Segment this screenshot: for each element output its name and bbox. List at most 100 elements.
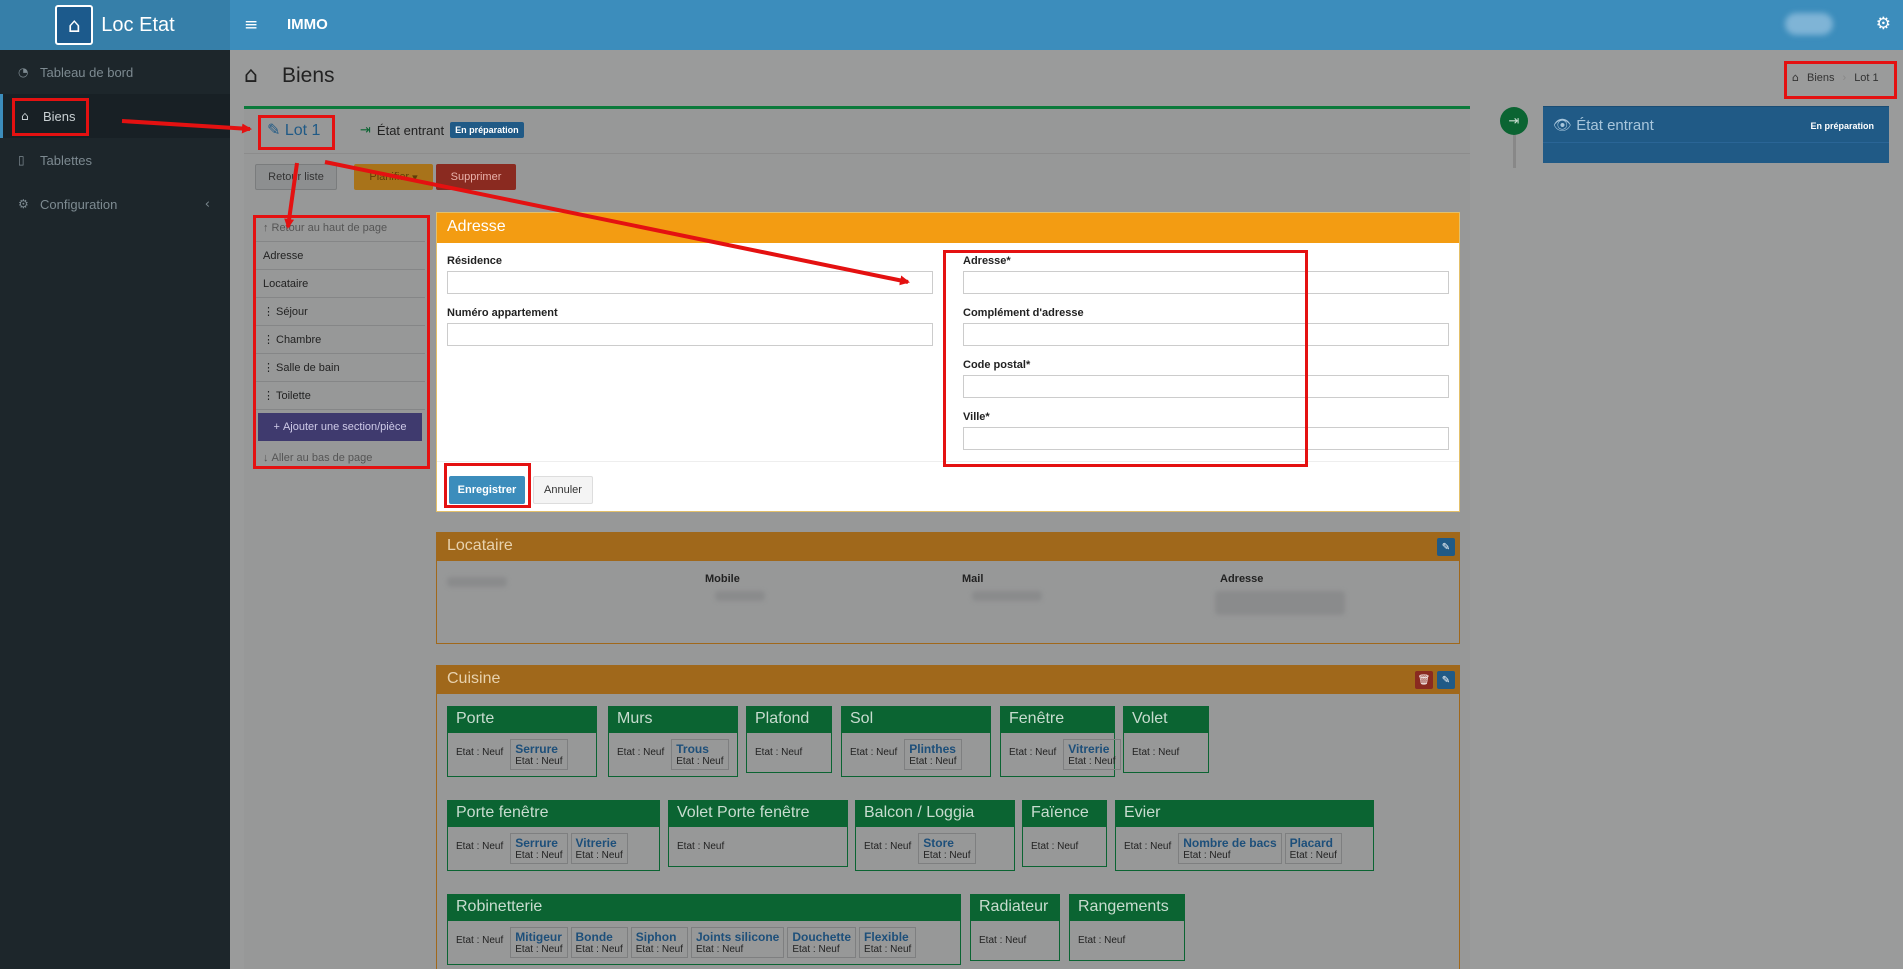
element-card-porte-fen-tre[interactable]: Porte fenêtre Etat : Neuf Serrure Etat : Ne…	[447, 800, 660, 871]
page-title: Biens	[282, 64, 335, 87]
element-card-fen-tre[interactable]: Fenêtre Etat : Neuf Vitrerie Etat : Neuf	[1000, 706, 1121, 777]
sub-element[interactable]: Serrure Etat : Neuf	[510, 833, 568, 864]
sidebar-item-label: Tableau de bord	[40, 64, 134, 80]
user-menu[interactable]	[1785, 13, 1833, 35]
element-card-radiateur[interactable]: Radiateur Etat : Neuf	[970, 894, 1060, 961]
breadcrumb: ⌂ Biens › Lot 1	[1792, 71, 1879, 84]
toc-item-locataire[interactable]: Locataire	[255, 270, 425, 298]
sub-element[interactable]: Joints silicone Etat : Neuf	[691, 927, 785, 958]
planifier-button[interactable]: Planifier ▾	[354, 164, 433, 190]
toc-item-sejour[interactable]: ⋮ Séjour	[255, 298, 425, 326]
numero-input[interactable]	[447, 323, 933, 346]
toc-label: Toilette	[276, 389, 311, 402]
drag-handle-icon[interactable]: ⋮	[263, 389, 274, 402]
element-card-body: Etat : Neuf	[1124, 733, 1208, 772]
toc-item-salle-de-bain[interactable]: ⋮ Salle de bain	[255, 354, 425, 382]
annuler-button[interactable]: Annuler	[533, 476, 593, 504]
sub-element[interactable]: Vitrerie Etat : Neuf	[1063, 739, 1121, 770]
sub-element-etat: Etat : Neuf	[909, 756, 957, 767]
sub-element[interactable]: Vitrerie Etat : Neuf	[570, 833, 628, 864]
element-card-title: Fenêtre	[1001, 707, 1114, 733]
sub-element-etat: Etat : Neuf	[515, 850, 563, 861]
sub-element-name: Trous	[676, 742, 709, 756]
sub-element[interactable]: Serrure Etat : Neuf	[510, 739, 568, 770]
adresse-input[interactable]	[963, 271, 1449, 294]
etat-value: Etat : Neuf	[1132, 747, 1180, 758]
code-postal-input[interactable]	[963, 375, 1449, 398]
toc-back-to-top[interactable]: ↑ Retour au haut de page	[255, 214, 425, 242]
sub-element[interactable]: Siphon Etat : Neuf	[630, 927, 688, 958]
residence-input[interactable]	[447, 271, 933, 294]
trash-icon[interactable]: 🗑	[1415, 671, 1433, 689]
element-card-fa-ence[interactable]: Faïence Etat : Neuf	[1022, 800, 1107, 867]
element-card-murs[interactable]: Murs Etat : Neuf Trous Etat : Neuf	[608, 706, 738, 777]
element-card-title: Murs	[609, 707, 737, 733]
toc-item-chambre[interactable]: ⋮ Chambre	[255, 326, 425, 354]
element-card-title: Faïence	[1023, 801, 1106, 827]
sub-element[interactable]: Plinthes Etat : Neuf	[904, 739, 962, 770]
complement-input[interactable]	[963, 323, 1449, 346]
add-section-button[interactable]: + Ajouter une section/pièce	[258, 413, 422, 441]
toc-go-to-bottom[interactable]: ↓ Aller au bas de page	[255, 444, 425, 472]
ville-input[interactable]	[963, 427, 1449, 450]
brand[interactable]: ⌂ Loc Etat	[0, 0, 230, 50]
element-card-title: Plafond	[747, 707, 831, 733]
tab-lot[interactable]: ✎ Lot 1	[267, 120, 320, 140]
sidebar-item-biens[interactable]: ⌂ Biens	[0, 94, 230, 138]
sub-element-etat: Etat : Neuf	[515, 944, 563, 955]
toc-label: Séjour	[276, 305, 308, 318]
hamburger-menu-icon[interactable]: ≡	[244, 15, 258, 35]
element-card-body: Etat : Neuf Serrure Etat : Neuf Vitrerie Eta…	[448, 827, 659, 870]
sub-element[interactable]: Nombre de bacs Etat : Neuf	[1178, 833, 1282, 864]
numero-group: Numéro appartement	[447, 307, 933, 346]
edit-pencil-icon[interactable]: ✎	[1437, 671, 1455, 689]
tab-etat-entrant[interactable]: ⇥ État entrant En préparation	[360, 122, 524, 138]
locataire-panel: Locataire ✎ Mobile Mail Adresse	[436, 532, 1460, 644]
drag-handle-icon[interactable]: ⋮	[263, 361, 274, 374]
sub-element[interactable]: Bonde Etat : Neuf	[570, 927, 628, 958]
sidebar-item-configuration[interactable]: ⚙ Configuration ‹	[0, 182, 230, 226]
element-card-plafond[interactable]: Plafond Etat : Neuf	[746, 706, 832, 773]
element-card-evier[interactable]: Evier Etat : Neuf Nombre de bacs Etat : Neu…	[1115, 800, 1374, 871]
element-card-porte[interactable]: Porte Etat : Neuf Serrure Etat : Neuf	[447, 706, 597, 777]
cuisine-header: Cuisine 🗑 ✎	[437, 666, 1459, 694]
retour-liste-button[interactable]: Retour liste	[255, 164, 337, 190]
supprimer-button[interactable]: Supprimer	[436, 164, 516, 190]
drag-handle-icon[interactable]: ⋮	[263, 305, 274, 318]
sub-element-etat: Etat : Neuf	[696, 944, 744, 955]
adresse-value-redacted	[1215, 591, 1345, 615]
enregistrer-button[interactable]: Enregistrer	[449, 476, 525, 504]
sub-element-etat: Etat : Neuf	[864, 944, 912, 955]
element-card-balcon-loggia[interactable]: Balcon / Loggia Etat : Neuf Store Etat : Ne…	[855, 800, 1015, 871]
dashboard-icon: ◔	[18, 65, 29, 79]
edit-pencil-icon[interactable]: ✎	[1437, 538, 1455, 556]
element-card-body: Etat : Neuf Plinthes Etat : Neuf	[842, 733, 990, 776]
adresse-label: Adresse*	[963, 255, 1011, 267]
sidebar: ⌂ Loc Etat ◔ Tableau de bord ⌂ Biens ▯ T…	[0, 0, 230, 969]
sub-element[interactable]: Store Etat : Neuf	[918, 833, 976, 864]
element-card-volet[interactable]: Volet Etat : Neuf	[1123, 706, 1209, 773]
drag-handle-icon[interactable]: ⋮	[263, 333, 274, 346]
sub-element[interactable]: Placard Etat : Neuf	[1284, 833, 1342, 864]
element-card-title: Volet Porte fenêtre	[669, 801, 847, 827]
sub-element[interactable]: Flexible Etat : Neuf	[859, 927, 917, 958]
toc-item-adresse[interactable]: Adresse	[255, 242, 425, 270]
breadcrumb-link-biens[interactable]: Biens	[1807, 72, 1835, 84]
etat-value: Etat : Neuf	[850, 747, 898, 758]
sidebar-item-dashboard[interactable]: ◔ Tableau de bord	[0, 50, 230, 94]
toc-item-toilette[interactable]: ⋮ Toilette	[255, 382, 425, 410]
settings-cogs-icon[interactable]: ⚙	[1876, 14, 1891, 34]
sidebar-item-label: Tablettes	[40, 152, 93, 168]
element-card-robinetterie[interactable]: Robinetterie Etat : Neuf Mitigeur Etat : Ne…	[447, 894, 961, 965]
element-card-rangements[interactable]: Rangements Etat : Neuf	[1069, 894, 1185, 961]
mobile-value-redacted	[715, 591, 765, 601]
status-badge: En préparation	[450, 122, 524, 138]
element-card-volet-porte-fen-tre[interactable]: Volet Porte fenêtre Etat : Neuf	[668, 800, 848, 867]
sidebar-item-tablettes[interactable]: ▯ Tablettes	[0, 138, 230, 182]
sub-element[interactable]: Mitigeur Etat : Neuf	[510, 927, 568, 958]
sub-element[interactable]: Trous Etat : Neuf	[671, 739, 729, 770]
element-card-sol[interactable]: Sol Etat : Neuf Plinthes Etat : Neuf	[841, 706, 991, 777]
toc-label: Retour au haut de page	[271, 221, 388, 234]
etat-entrant-panel[interactable]: 👁 État entrant En préparation	[1543, 106, 1889, 163]
sub-element[interactable]: Douchette Etat : Neuf	[787, 927, 857, 958]
